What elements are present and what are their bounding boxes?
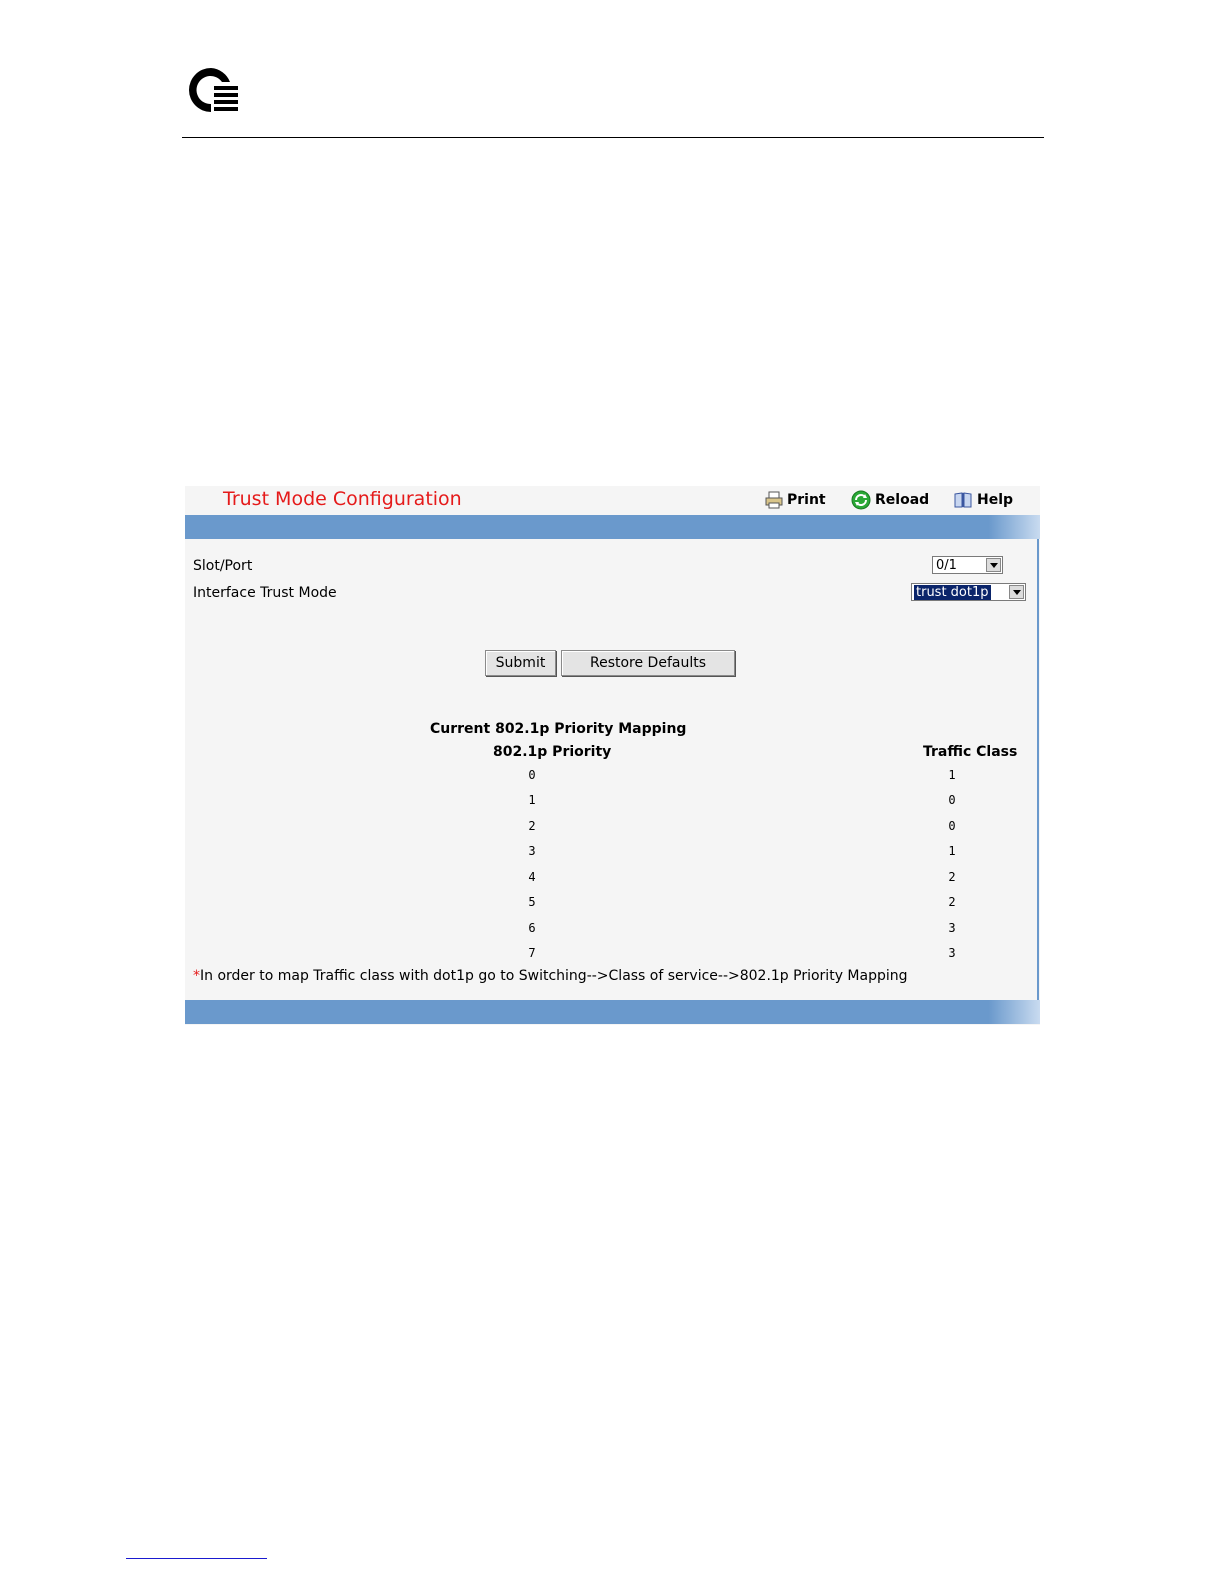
trust-mode-value: trust dot1p	[914, 585, 991, 600]
traffic-class-cell: 2	[948, 870, 956, 884]
chevron-down-icon[interactable]	[1009, 585, 1024, 599]
trust-mode-select[interactable]: trust dot1p	[911, 583, 1026, 601]
printer-icon	[765, 491, 783, 509]
submit-button[interactable]: Submit	[485, 650, 556, 676]
help-label: Help	[977, 492, 1014, 508]
traffic-class-column-header: Traffic Class	[923, 744, 1018, 760]
traffic-class-cell: 0	[948, 819, 956, 833]
header-divider	[182, 137, 1044, 138]
panel-right-border	[1037, 539, 1039, 1000]
footer-band	[185, 1000, 1040, 1024]
reload-icon	[851, 490, 871, 510]
traffic-class-cell: 1	[948, 768, 956, 782]
reload-button[interactable]: Reload	[851, 490, 929, 510]
traffic-class-cell: 2	[948, 895, 956, 909]
chevron-down-icon[interactable]	[986, 558, 1001, 572]
print-button[interactable]: Print	[765, 490, 826, 510]
print-label: Print	[787, 492, 826, 508]
slot-port-label: Slot/Port	[193, 558, 253, 574]
trust-mode-panel: Trust Mode Configuration Print Reload He…	[185, 486, 1040, 1025]
help-book-icon	[954, 492, 972, 508]
slot-port-select[interactable]: 0/1	[932, 556, 1003, 574]
priority-cell: 5	[528, 895, 536, 909]
priority-cell: 7	[528, 946, 536, 960]
restore-defaults-button[interactable]: Restore Defaults	[561, 650, 735, 676]
priority-column-header: 802.1p Priority	[493, 744, 612, 760]
priority-cell: 2	[528, 819, 536, 833]
priority-cell: 0	[528, 768, 536, 782]
help-button[interactable]: Help	[953, 490, 1013, 510]
reload-label: Reload	[875, 492, 930, 508]
mapping-title: Current 802.1p Priority Mapping	[430, 721, 687, 737]
traffic-class-cell: 3	[948, 921, 956, 935]
traffic-class-cell: 1	[948, 844, 956, 858]
priority-cell: 1	[528, 793, 536, 807]
trust-mode-label: Interface Trust Mode	[193, 585, 337, 601]
traffic-class-cell: 3	[948, 946, 956, 960]
priority-cell: 3	[528, 844, 536, 858]
traffic-class-cell: 0	[948, 793, 956, 807]
priority-cell: 4	[528, 870, 536, 884]
slot-port-value: 0/1	[936, 558, 957, 573]
footnote-text: In order to map Traffic class with dot1p…	[200, 968, 908, 984]
footer-link-underline	[126, 1558, 267, 1559]
panel-header: Trust Mode Configuration Print Reload He…	[185, 486, 1040, 516]
company-logo-icon	[189, 68, 238, 112]
priority-cell: 6	[528, 921, 536, 935]
mapping-footnote: *In order to map Traffic class with dot1…	[193, 968, 908, 984]
footnote-asterisk: *	[193, 968, 200, 984]
page-title: Trust Mode Configuration	[223, 488, 462, 510]
header-band	[185, 515, 1040, 539]
